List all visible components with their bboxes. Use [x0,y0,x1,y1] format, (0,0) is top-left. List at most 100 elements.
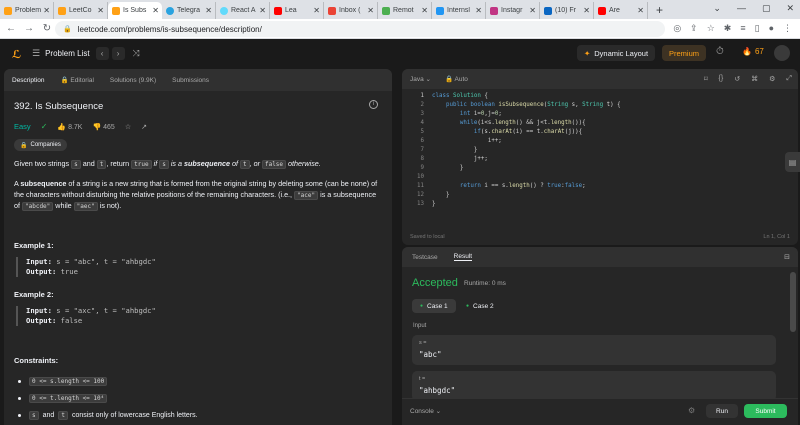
settings-gear-icon[interactable]: ⚙ [688,406,695,415]
tab-title: (10) Fr [555,7,576,14]
browser-toolbar-icons: ◎ ⇪ ☆ ✱ ≡ ▯ ● ⋮ [673,23,792,34]
browser-tab[interactable]: Instagr ✕ [486,2,540,19]
browser-tab[interactable]: Inbox (✕ [324,2,378,19]
like-button[interactable]: 👍 8.7K [57,123,82,131]
problem-list-link[interactable]: Problem List [45,49,89,58]
description-paragraph-2: A subsequence of a string is a new strin… [14,179,382,213]
line-number: 1 [420,93,425,99]
close-tab-icon[interactable]: ✕ [259,6,266,15]
dislike-button[interactable]: 👎 465 [92,123,114,131]
chevron-down-icon: ⌄ [435,408,442,415]
avatar[interactable] [774,45,790,61]
language-select[interactable]: Java ⌄ [410,75,431,83]
tab-result[interactable]: Result [453,253,473,261]
new-tab-button[interactable]: + [656,3,663,17]
leetcode-logo-icon[interactable]: ℒ [12,48,22,61]
maximize-icon[interactable]: ▢ [762,3,771,14]
tab-title: React A [231,7,256,14]
info-icon[interactable]: i [369,100,378,109]
console-toggle[interactable]: Console ⌄ [410,407,441,415]
browser-tab[interactable]: Telegra ✕ [162,2,216,19]
close-tab-icon[interactable]: ✕ [583,6,590,15]
close-tab-icon[interactable]: ✕ [475,6,482,15]
auto-mode-toggle[interactable]: 🔒 Auto [445,75,468,83]
braces-icon[interactable]: {} [719,75,724,83]
eye-off-icon[interactable]: ◎ [673,23,681,34]
instagram-favicon-icon [490,6,498,15]
submit-button[interactable]: Submit [744,404,787,418]
constraint-item: 0 <= t.length <= 10⁴ [18,394,108,403]
browser-tab[interactable]: Internsl ✕ [432,2,486,19]
telegram-favicon-icon [166,6,174,15]
line-number: 13 [417,201,424,207]
browser-tab[interactable]: React A ✕ [216,2,270,19]
tab-search-icon[interactable]: ⌄ [713,3,721,14]
close-tab-icon[interactable]: ✕ [97,6,104,15]
problem-list-icon[interactable]: ☰ [32,48,40,59]
browser-tab[interactable]: LeetCo ✕ [54,2,108,19]
close-tab-icon[interactable]: ✕ [637,6,644,15]
code-line: public boolean isSubsequence(String s, S… [445,102,621,108]
menu-icon[interactable]: ⋮ [783,23,792,34]
collapse-panel-icon[interactable]: ⊟ [784,253,790,261]
dynamic-layout-button[interactable]: ✦ Dynamic Layout [577,45,655,61]
prev-problem-button[interactable]: ‹ [95,46,109,60]
line-number: 11 [417,183,424,189]
shuffle-icon[interactable]: ⤨ [133,48,140,59]
minimize-icon[interactable]: — [737,3,746,14]
reset-icon[interactable]: ↺ [734,75,740,83]
next-problem-button[interactable]: › [111,46,125,60]
case-tab-2[interactable]: ● Case 2 [458,299,502,313]
run-button[interactable]: Run [706,404,738,418]
case-tab-1[interactable]: ● Case 1 [412,299,456,313]
tab-testcase[interactable]: Testcase [412,254,438,261]
timer-icon[interactable]: ⏱ [716,46,724,57]
share-link-icon[interactable]: ↗ [141,123,147,131]
close-tab-icon[interactable]: ✕ [43,6,50,15]
browser-tab-strip: Problem ✕ LeetCo ✕ Is Subs ✕ Telegra ✕ React… [0,0,800,19]
close-tab-icon[interactable]: ✕ [421,6,428,15]
tab-solutions[interactable]: Solutions (9.9K) [110,77,156,84]
settings-gear-icon[interactable]: ⚙ [769,75,775,83]
tab-submissions[interactable]: Submissions [172,77,209,84]
browser-tab[interactable]: (10) Fr ✕ [540,2,594,19]
streak-counter[interactable]: 🔥 67 [742,47,764,56]
browser-tab-active[interactable]: Is Subs ✕ [108,2,162,19]
scrollbar[interactable] [790,272,796,332]
premium-button[interactable]: Premium [662,45,706,61]
description-tabs: Description 🔒 Editorial Solutions (9.9K)… [4,69,392,91]
notes-side-icon[interactable]: ▤ [785,152,800,172]
fullscreen-icon[interactable]: ⤢ [786,75,792,83]
forward-icon[interactable]: → [22,23,36,34]
tab-description[interactable]: Description [12,77,45,84]
share-icon[interactable]: ⇪ [690,23,698,34]
browser-tab[interactable]: Lea ✕ [270,2,324,19]
close-tab-icon[interactable]: ✕ [313,6,320,15]
bookmark-icon[interactable]: ⌑ [704,75,708,83]
companies-tag[interactable]: 🔒 Companies [14,139,67,151]
close-tab-icon[interactable]: ✕ [367,6,374,15]
side-panel-icon[interactable]: ▯ [755,23,760,34]
thumbs-down-icon: 👎 [92,123,102,131]
extensions-icon[interactable]: ✱ [724,23,732,34]
url-input[interactable]: 🔒 leetcode.com/problems/is-subsequence/d… [55,21,665,37]
close-window-icon[interactable]: ✕ [786,3,794,14]
favorite-star-icon[interactable]: ☆ [125,123,131,131]
close-tab-icon[interactable]: ✕ [152,6,159,15]
back-icon[interactable]: ← [4,23,18,34]
browser-tab[interactable]: Remot ✕ [378,2,432,19]
profile-icon[interactable]: ● [769,23,774,34]
reload-icon[interactable]: ↻ [40,23,54,34]
close-tab-icon[interactable]: ✕ [205,6,212,15]
youtube-favicon-icon [274,6,282,15]
reading-list-icon[interactable]: ≡ [740,23,745,34]
tab-editorial[interactable]: 🔒 Editorial [61,76,94,84]
browser-tab[interactable]: Problem ✕ [0,2,54,19]
runtime-text: Runtime: 0 ms [464,280,506,287]
code-line: int i=0,j=0; [459,111,502,117]
browser-tab[interactable]: Are ✕ [594,2,648,19]
close-tab-icon[interactable]: ✕ [529,6,536,15]
shortcuts-icon[interactable]: ⌘ [751,75,758,83]
bookmark-star-icon[interactable]: ☆ [707,23,715,34]
code-line: j++; [432,156,488,162]
